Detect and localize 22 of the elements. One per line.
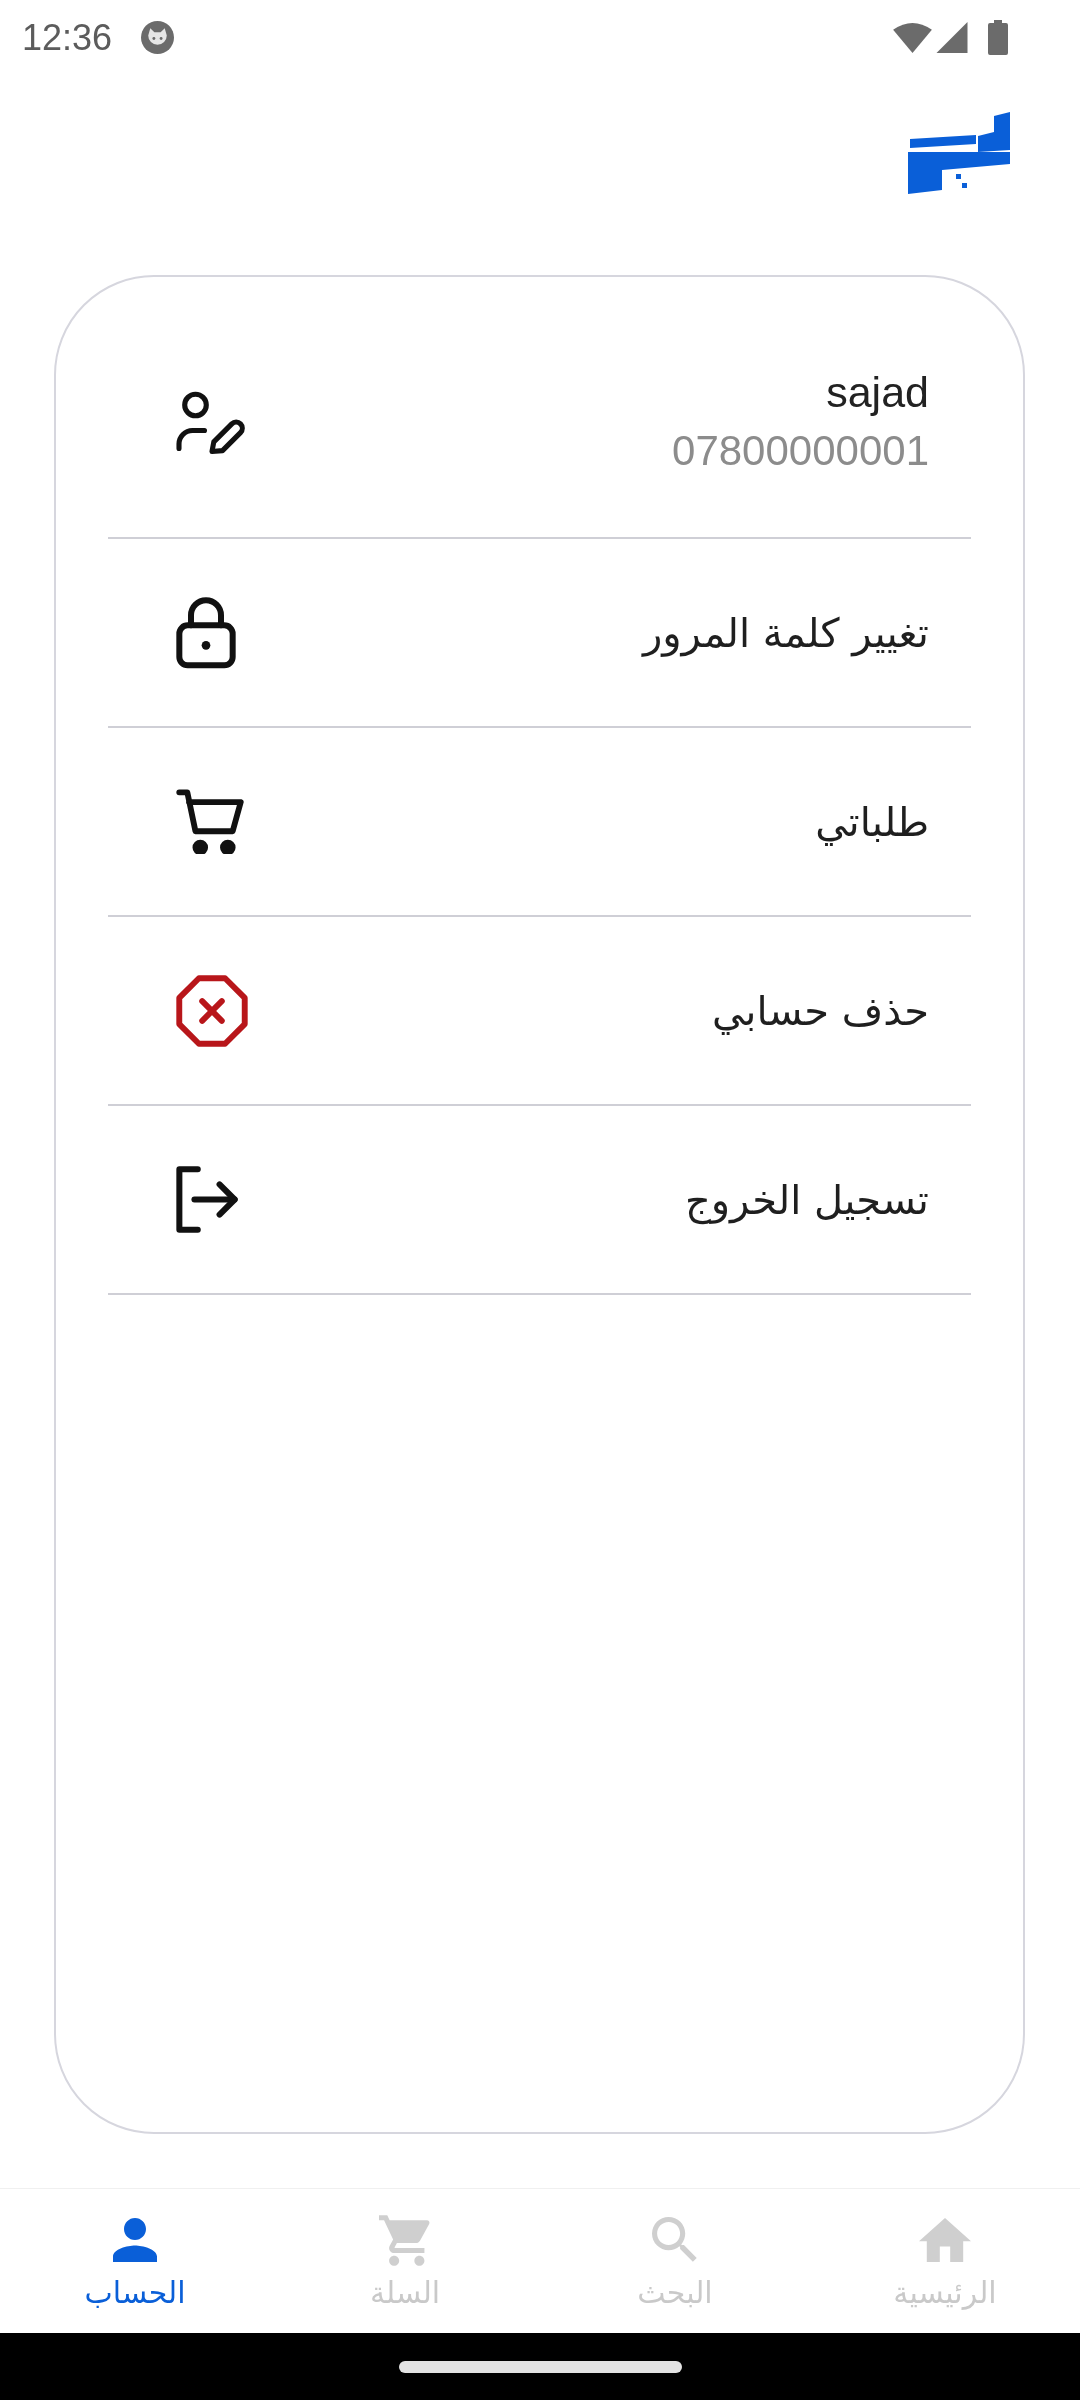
cart-icon xyxy=(176,789,244,854)
menu-item[interactable]: حذف حسابي xyxy=(108,917,971,1106)
phone-number: 07800000001 xyxy=(672,426,929,476)
battery-icon xyxy=(988,20,1008,55)
menu-item[interactable]: تغيير كلمة المرور xyxy=(108,539,971,728)
cart-icon xyxy=(378,2213,432,2267)
nav-tab[interactable]: الحساب xyxy=(0,2189,270,2333)
delete-octagon-icon xyxy=(176,974,248,1047)
search-icon xyxy=(652,2217,698,2263)
clock: 12:36 xyxy=(22,19,113,56)
menu-item[interactable]: تسجيل الخروج xyxy=(108,1106,971,1295)
menu-item[interactable]: طلباتي xyxy=(108,728,971,917)
lock-icon xyxy=(176,596,236,669)
logout-icon xyxy=(176,1166,238,1233)
signal-icon xyxy=(936,22,968,53)
wifi-icon xyxy=(893,22,932,53)
user-edit-icon[interactable] xyxy=(176,390,245,456)
notification-face-icon xyxy=(141,21,175,54)
home-icon xyxy=(919,2217,971,2263)
user-name: sajad xyxy=(826,367,929,417)
home-indicator[interactable] xyxy=(398,2360,682,2373)
person-icon xyxy=(113,2218,157,2262)
